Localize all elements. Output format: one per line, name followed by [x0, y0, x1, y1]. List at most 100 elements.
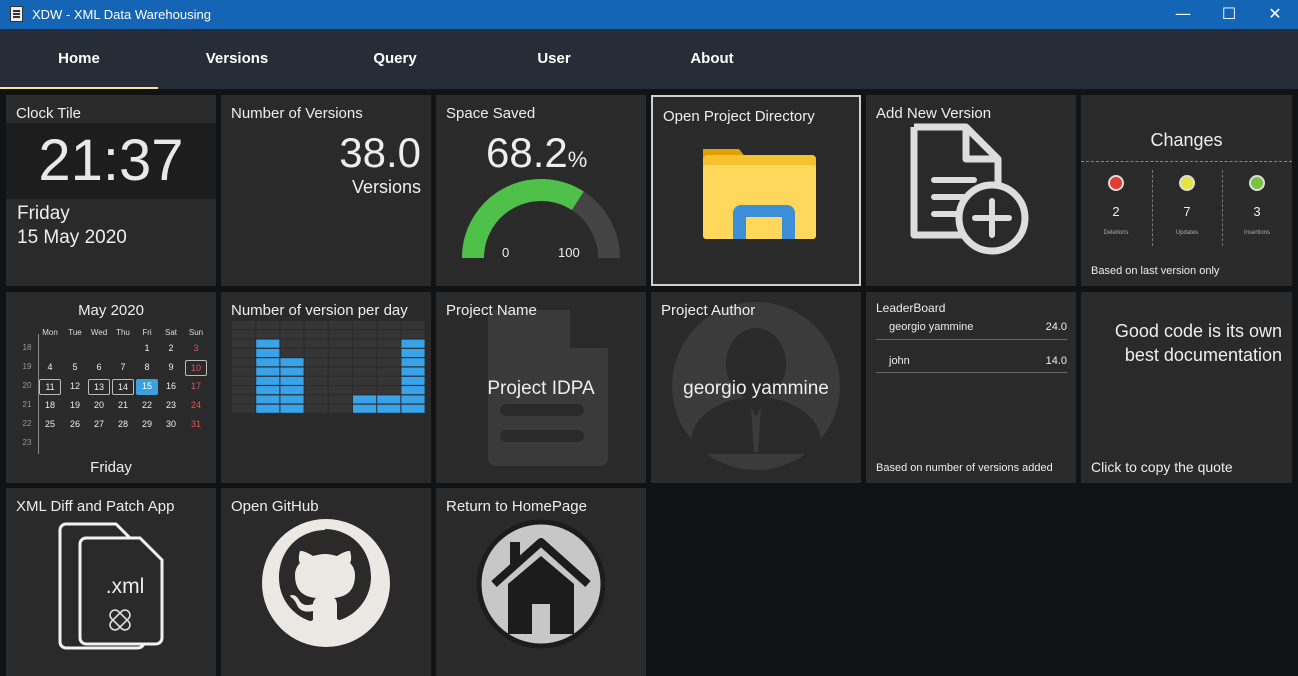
- chart-empty-segment: [304, 376, 328, 385]
- calendar-weekday-header: Sat: [164, 328, 177, 337]
- tab-home[interactable]: Home: [0, 29, 158, 89]
- calendar-tile[interactable]: May 2020 Mon Tue Wed Thu Fri Sat Sun 18 1 2 3 19 4 5 6…: [6, 292, 216, 483]
- chart-empty-segment: [328, 395, 352, 404]
- chart-empty-segment: [304, 386, 328, 395]
- tab-user[interactable]: User: [475, 29, 633, 89]
- open-github-tile[interactable]: Open GitHub: [221, 488, 431, 676]
- chart-empty-segment: [328, 339, 352, 348]
- chart-empty-segment: [377, 367, 401, 376]
- xml-diff-app-tile[interactable]: XML Diff and Patch App .xml: [6, 488, 216, 676]
- calendar-day[interactable]: 31: [185, 417, 207, 433]
- minimize-button[interactable]: —: [1160, 0, 1206, 29]
- nav-bar: Home Versions Query User About: [0, 29, 1298, 89]
- chart-empty-segment: [328, 321, 352, 330]
- insertions-count: 3: [1253, 204, 1261, 219]
- chart-empty-segment: [304, 358, 328, 367]
- chart-empty-segment: [353, 358, 377, 367]
- calendar-day[interactable]: 10: [185, 360, 207, 376]
- changes-tile[interactable]: Changes 2 Deletions 7 Updates 3 Insertio…: [1081, 95, 1292, 286]
- chart-bar-segment: [401, 339, 425, 348]
- chart-bar-segment: [280, 367, 304, 376]
- tab-query[interactable]: Query: [316, 29, 474, 89]
- chart-bar-segment: [401, 367, 425, 376]
- calendar-day[interactable]: 29: [136, 417, 158, 433]
- tab-about[interactable]: About: [633, 29, 791, 89]
- calendar-day[interactable]: 8: [136, 360, 158, 376]
- quote-line-1: Good code is its own: [1114, 321, 1282, 341]
- calendar-day[interactable]: 14: [112, 379, 134, 395]
- calendar-day[interactable]: 9: [160, 360, 182, 376]
- chart-empty-segment: [304, 348, 328, 357]
- insertions-dot-icon: [1249, 175, 1265, 191]
- chart-empty-segment: [377, 339, 401, 348]
- return-homepage-tile[interactable]: Return to HomePage: [436, 488, 646, 676]
- calendar-day[interactable]: 25: [39, 417, 61, 433]
- chart-bar-segment: [256, 376, 280, 385]
- chart-empty-segment: [328, 386, 352, 395]
- calendar-day[interactable]: 19: [64, 398, 86, 414]
- quote-footer: Click to copy the quote: [1091, 459, 1233, 475]
- quote-tile[interactable]: Good code is its own best documentation …: [1081, 292, 1292, 483]
- calendar-day[interactable]: 26: [64, 417, 86, 433]
- calendar-day[interactable]: 27: [88, 417, 110, 433]
- calendar-day[interactable]: 20: [88, 398, 110, 414]
- calendar-day[interactable]: 7: [112, 360, 134, 376]
- close-button[interactable]: ✕: [1252, 0, 1298, 29]
- calendar-day[interactable]: 21: [112, 398, 134, 414]
- calendar-day[interactable]: 3: [185, 341, 207, 357]
- calendar-day[interactable]: 11: [39, 379, 61, 395]
- add-new-version-tile[interactable]: Add New Version: [866, 95, 1076, 286]
- project-name-value: Project IDPA: [487, 378, 595, 399]
- calendar-day[interactable]: 16: [160, 379, 182, 395]
- calendar-day[interactable]: 4: [39, 360, 61, 376]
- space-saved-tile[interactable]: Space Saved 68.2% 0 100: [436, 95, 646, 286]
- chart-empty-segment: [304, 321, 328, 330]
- leaderboard-name: georgio yammine: [889, 321, 974, 333]
- open-project-directory-tile[interactable]: Open Project Directory: [651, 95, 861, 286]
- project-name-tile[interactable]: Project Name Project IDPA: [436, 292, 646, 483]
- chart-bar-segment: [353, 404, 377, 413]
- chart-bar-segment: [280, 395, 304, 404]
- calendar-day[interactable]: 30: [160, 417, 182, 433]
- calendar-day[interactable]: 28: [112, 417, 134, 433]
- chart-empty-segment: [280, 339, 304, 348]
- calendar-day[interactable]: 2: [160, 341, 182, 357]
- calendar-day[interactable]: 24: [185, 398, 207, 414]
- gauge-min-label: 0: [502, 245, 510, 260]
- chart-bar-segment: [401, 386, 425, 395]
- calendar-week-number: 20: [22, 381, 32, 390]
- calendar-day[interactable]: 15: [136, 379, 158, 395]
- calendar-day[interactable]: 13: [88, 379, 110, 395]
- leaderboard-tile[interactable]: LeaderBoard georgio yammine 24.0 john 14…: [866, 292, 1076, 483]
- calendar-day[interactable]: 5: [64, 360, 86, 376]
- changes-title: Changes: [1150, 130, 1223, 150]
- maximize-button[interactable]: ☐: [1206, 0, 1252, 29]
- versions-count-tile[interactable]: Number of Versions 38.0 Versions: [221, 95, 431, 286]
- calendar-day[interactable]: 23: [160, 398, 182, 414]
- leaderboard-row: georgio yammine 24.0: [876, 318, 1067, 340]
- calendar-week-number: 21: [22, 400, 32, 409]
- changes-footer: Based on last version only: [1091, 265, 1220, 277]
- project-name-title: Project Name: [446, 302, 537, 319]
- home-icon: [476, 519, 606, 649]
- clock-tile[interactable]: Clock Tile 21:37 Friday 15 May 2020: [6, 95, 216, 286]
- calendar-day[interactable]: 6: [88, 360, 110, 376]
- tab-versions[interactable]: Versions: [158, 29, 316, 89]
- leaderboard-score: 14.0: [1045, 355, 1067, 367]
- calendar-day[interactable]: 17: [185, 379, 207, 395]
- calendar-day[interactable]: 22: [136, 398, 158, 414]
- chart-empty-segment: [328, 367, 352, 376]
- chart-empty-segment: [232, 330, 256, 339]
- calendar-day[interactable]: 18: [39, 398, 61, 414]
- calendar-day[interactable]: 12: [64, 379, 86, 395]
- project-author-tile[interactable]: Project Author georgio yammine: [651, 292, 861, 483]
- chart-empty-segment: [401, 330, 425, 339]
- calendar-day[interactable]: 1: [136, 341, 158, 357]
- versions-per-day-tile[interactable]: Number of version per day: [221, 292, 431, 483]
- chart-empty-segment: [232, 395, 256, 404]
- chart-bar-segment: [280, 386, 304, 395]
- chart-empty-segment: [304, 339, 328, 348]
- chart-bar-segment: [401, 376, 425, 385]
- chart-empty-segment: [328, 404, 352, 413]
- chart-empty-segment: [232, 339, 256, 348]
